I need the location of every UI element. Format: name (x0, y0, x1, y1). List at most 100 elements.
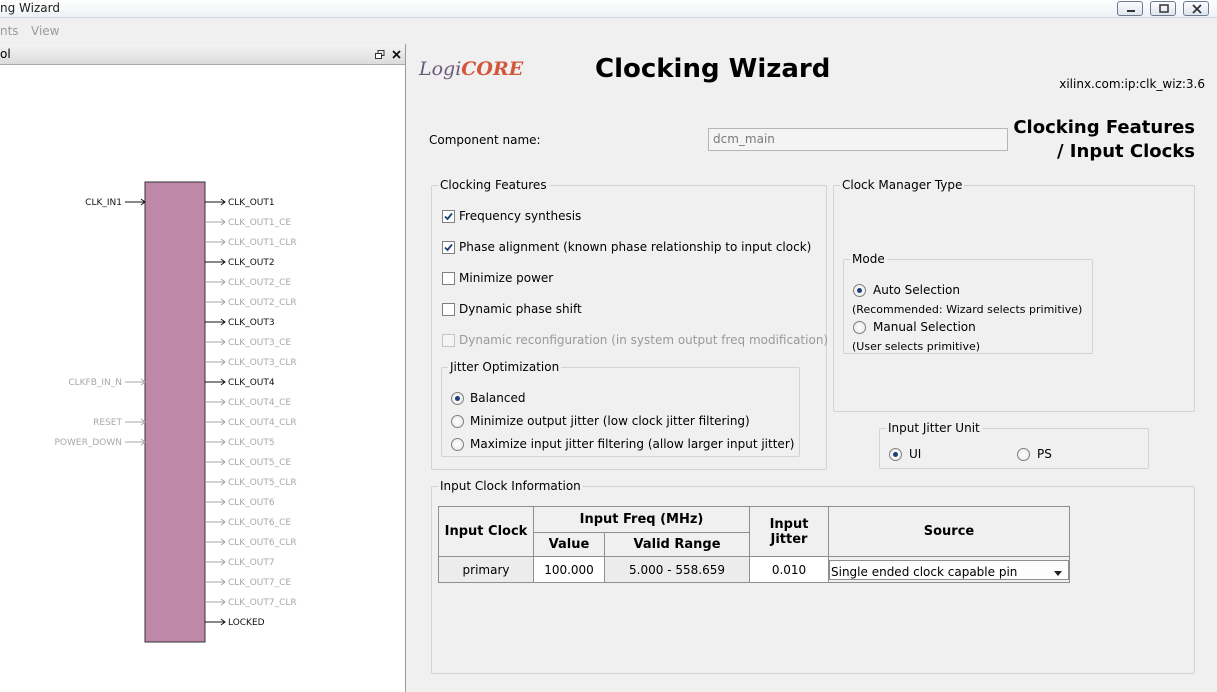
output-pin-label: CLK_OUT6 (228, 498, 275, 508)
output-pin-label: CLK_OUT5_CE (228, 458, 291, 468)
menu-item-view[interactable]: View (31, 24, 59, 38)
input-pin-label: POWER_DOWN (55, 438, 123, 448)
output-pin-label: CLK_OUT5_CLR (228, 478, 297, 488)
output-pin-label: CLK_OUT1 (228, 198, 275, 208)
symbol-panel-title: ol (0, 47, 11, 61)
output-pin-label: CLK_OUT3_CLR (228, 358, 297, 368)
freq-value-input[interactable]: 100.000 (533, 556, 605, 583)
clocking-feature-label: Frequency synthesis (459, 209, 582, 223)
component-name-input[interactable]: dcm_main (708, 128, 1008, 151)
auto-selection-note: (Recommended: Wizard selects primitive) (852, 303, 1083, 316)
minimize-icon (1127, 10, 1135, 12)
symbol-panel: ol CLK_OUT1 CLK_OUT1_CE CLK_OUT1_CLR CLK_OU… (0, 44, 406, 692)
float-panel-icon[interactable] (375, 50, 385, 60)
col-header-value: Value (533, 532, 605, 557)
ip-version: xilinx.com:ip:clk_wiz:3.6 (1059, 77, 1205, 91)
output-pin-label: CLK_OUT5 (228, 438, 275, 448)
col-header-input-jitter: Input Jitter (749, 506, 829, 557)
clocking-feature-label: Phase alignment (known phase relationshi… (459, 240, 812, 254)
jitter-option-label: Maximize input jitter filtering (allow l… (470, 437, 795, 451)
source-cell: Single ended clock capable pin (828, 556, 1070, 583)
clocking-feature-checkbox[interactable] (442, 303, 455, 316)
manual-selection-label: Manual Selection (873, 320, 976, 334)
clocking-feature-checkbox[interactable] (442, 210, 455, 223)
input-clock-cell: primary (438, 556, 534, 583)
symbol-panel-header: ol (0, 44, 405, 65)
close-panel-icon[interactable] (392, 50, 402, 60)
page-title: Clocking Wizard (595, 54, 831, 84)
table-row: primary 100.000 5.000 - 558.659 0.010 Si… (438, 556, 1070, 583)
auto-selection-radio[interactable] (853, 284, 866, 297)
jitter-optimization-legend: Jitter Optimization (450, 360, 560, 374)
input-clock-information-legend: Input Clock Information (440, 479, 581, 493)
output-pin-label: CLK_OUT3_CE (228, 338, 291, 348)
output-pin-label: LOCKED (228, 618, 265, 628)
menu-item-documents[interactable]: nts (0, 24, 19, 38)
check-icon (444, 212, 453, 221)
output-pin-label: CLK_OUT2 (228, 258, 275, 268)
window-title: ng Wizard (0, 1, 60, 15)
output-pin-label: CLK_OUT4_CLR (228, 418, 297, 428)
clocking-features-legend: Clocking Features (440, 178, 547, 192)
output-pin-label: CLK_OUT6_CLR (228, 538, 297, 548)
output-pin-label: CLK_OUT6_CE (228, 518, 291, 528)
valid-range-cell: 5.000 - 558.659 (604, 556, 750, 583)
minimize-button[interactable] (1117, 1, 1143, 16)
clock-wizard-symbol: CLK_OUT1 CLK_OUT1_CE CLK_OUT1_CLR CLK_OUT2 C… (55, 181, 297, 643)
clock-manager-type-legend: Clock Manager Type (842, 178, 963, 192)
clocking-feature-label: Dynamic reconfiguration (in system outpu… (459, 333, 829, 347)
jitter-unit-ps-radio[interactable] (1017, 448, 1030, 461)
config-panel: LogiCORE Clocking Wizard xilinx.com:ip:c… (407, 44, 1217, 692)
clocking-feature-label: Dynamic phase shift (459, 302, 582, 316)
input-jitter-unit-group: Input Jitter Unit (879, 421, 1149, 469)
input-jitter-input[interactable]: 0.010 (749, 556, 829, 583)
output-pin-label: CLK_OUT2_CLR (228, 298, 297, 308)
chevron-down-icon (1054, 570, 1062, 576)
restore-icon (1159, 4, 1169, 13)
clocking-feature-checkbox[interactable] (442, 272, 455, 285)
close-window-button[interactable] (1183, 1, 1209, 16)
component-name-label: Component name: (429, 133, 541, 147)
section-heading: Clocking Features / Input Clocks (1013, 117, 1195, 162)
jitter-option-label: Minimize output jitter (low clock jitter… (470, 414, 750, 428)
input-pin-label: CLKFB_IN_N (68, 378, 122, 388)
logicore-logo: LogiCORE (419, 58, 524, 80)
col-header-valid-range: Valid Range (604, 532, 750, 557)
mode-legend: Mode (852, 252, 885, 266)
check-icon (444, 243, 453, 252)
output-pin-label: CLK_OUT7_CLR (228, 598, 297, 608)
input-pin-label: CLK_IN1 (85, 198, 122, 208)
output-pin-label: CLK_OUT4_CE (228, 398, 291, 408)
auto-selection-label: Auto Selection (873, 283, 960, 297)
source-select-value: Single ended clock capable pin (831, 564, 1018, 579)
output-pin-label: CLK_OUT4 (228, 378, 275, 388)
col-header-source: Source (828, 506, 1070, 557)
clocking-feature-checkbox[interactable] (442, 241, 455, 254)
restore-button[interactable] (1150, 1, 1176, 16)
clocking-feature-checkbox[interactable] (442, 334, 455, 347)
manual-selection-radio[interactable] (853, 321, 866, 334)
output-pin-label: CLK_OUT2_CE (228, 278, 291, 288)
jitter-option-radio[interactable] (451, 392, 464, 405)
jitter-unit-ui-label: UI (909, 447, 922, 461)
output-pin-label: CLK_OUT7_CE (228, 578, 291, 588)
jitter-unit-ui-radio[interactable] (889, 448, 902, 461)
menu-bar: nts View (0, 19, 1217, 41)
output-pin-label: CLK_OUT1_CLR (228, 238, 297, 248)
manual-selection-note: (User selects primitive) (852, 340, 981, 353)
source-select[interactable]: Single ended clock capable pin (829, 559, 1069, 580)
clocking-block (144, 181, 206, 643)
jitter-option-radio[interactable] (451, 438, 464, 451)
jitter-unit-ps-label: PS (1037, 447, 1052, 461)
clocking-feature-label: Minimize power (459, 271, 554, 285)
jitter-option-radio[interactable] (451, 415, 464, 428)
output-pin-label: CLK_OUT3 (228, 318, 275, 328)
close-icon (1192, 4, 1202, 14)
col-header-input-clock: Input Clock (438, 506, 534, 557)
window-title-bar: ng Wizard (0, 0, 1217, 18)
jitter-option-label: Balanced (470, 391, 526, 405)
output-pin-label: CLK_OUT7 (228, 558, 275, 568)
output-pin-label: CLK_OUT1_CE (228, 218, 291, 228)
input-pin-label: RESET (93, 418, 122, 428)
input-clock-table: Input Clock Input Freq (MHz) Input Jitte… (438, 506, 1070, 583)
